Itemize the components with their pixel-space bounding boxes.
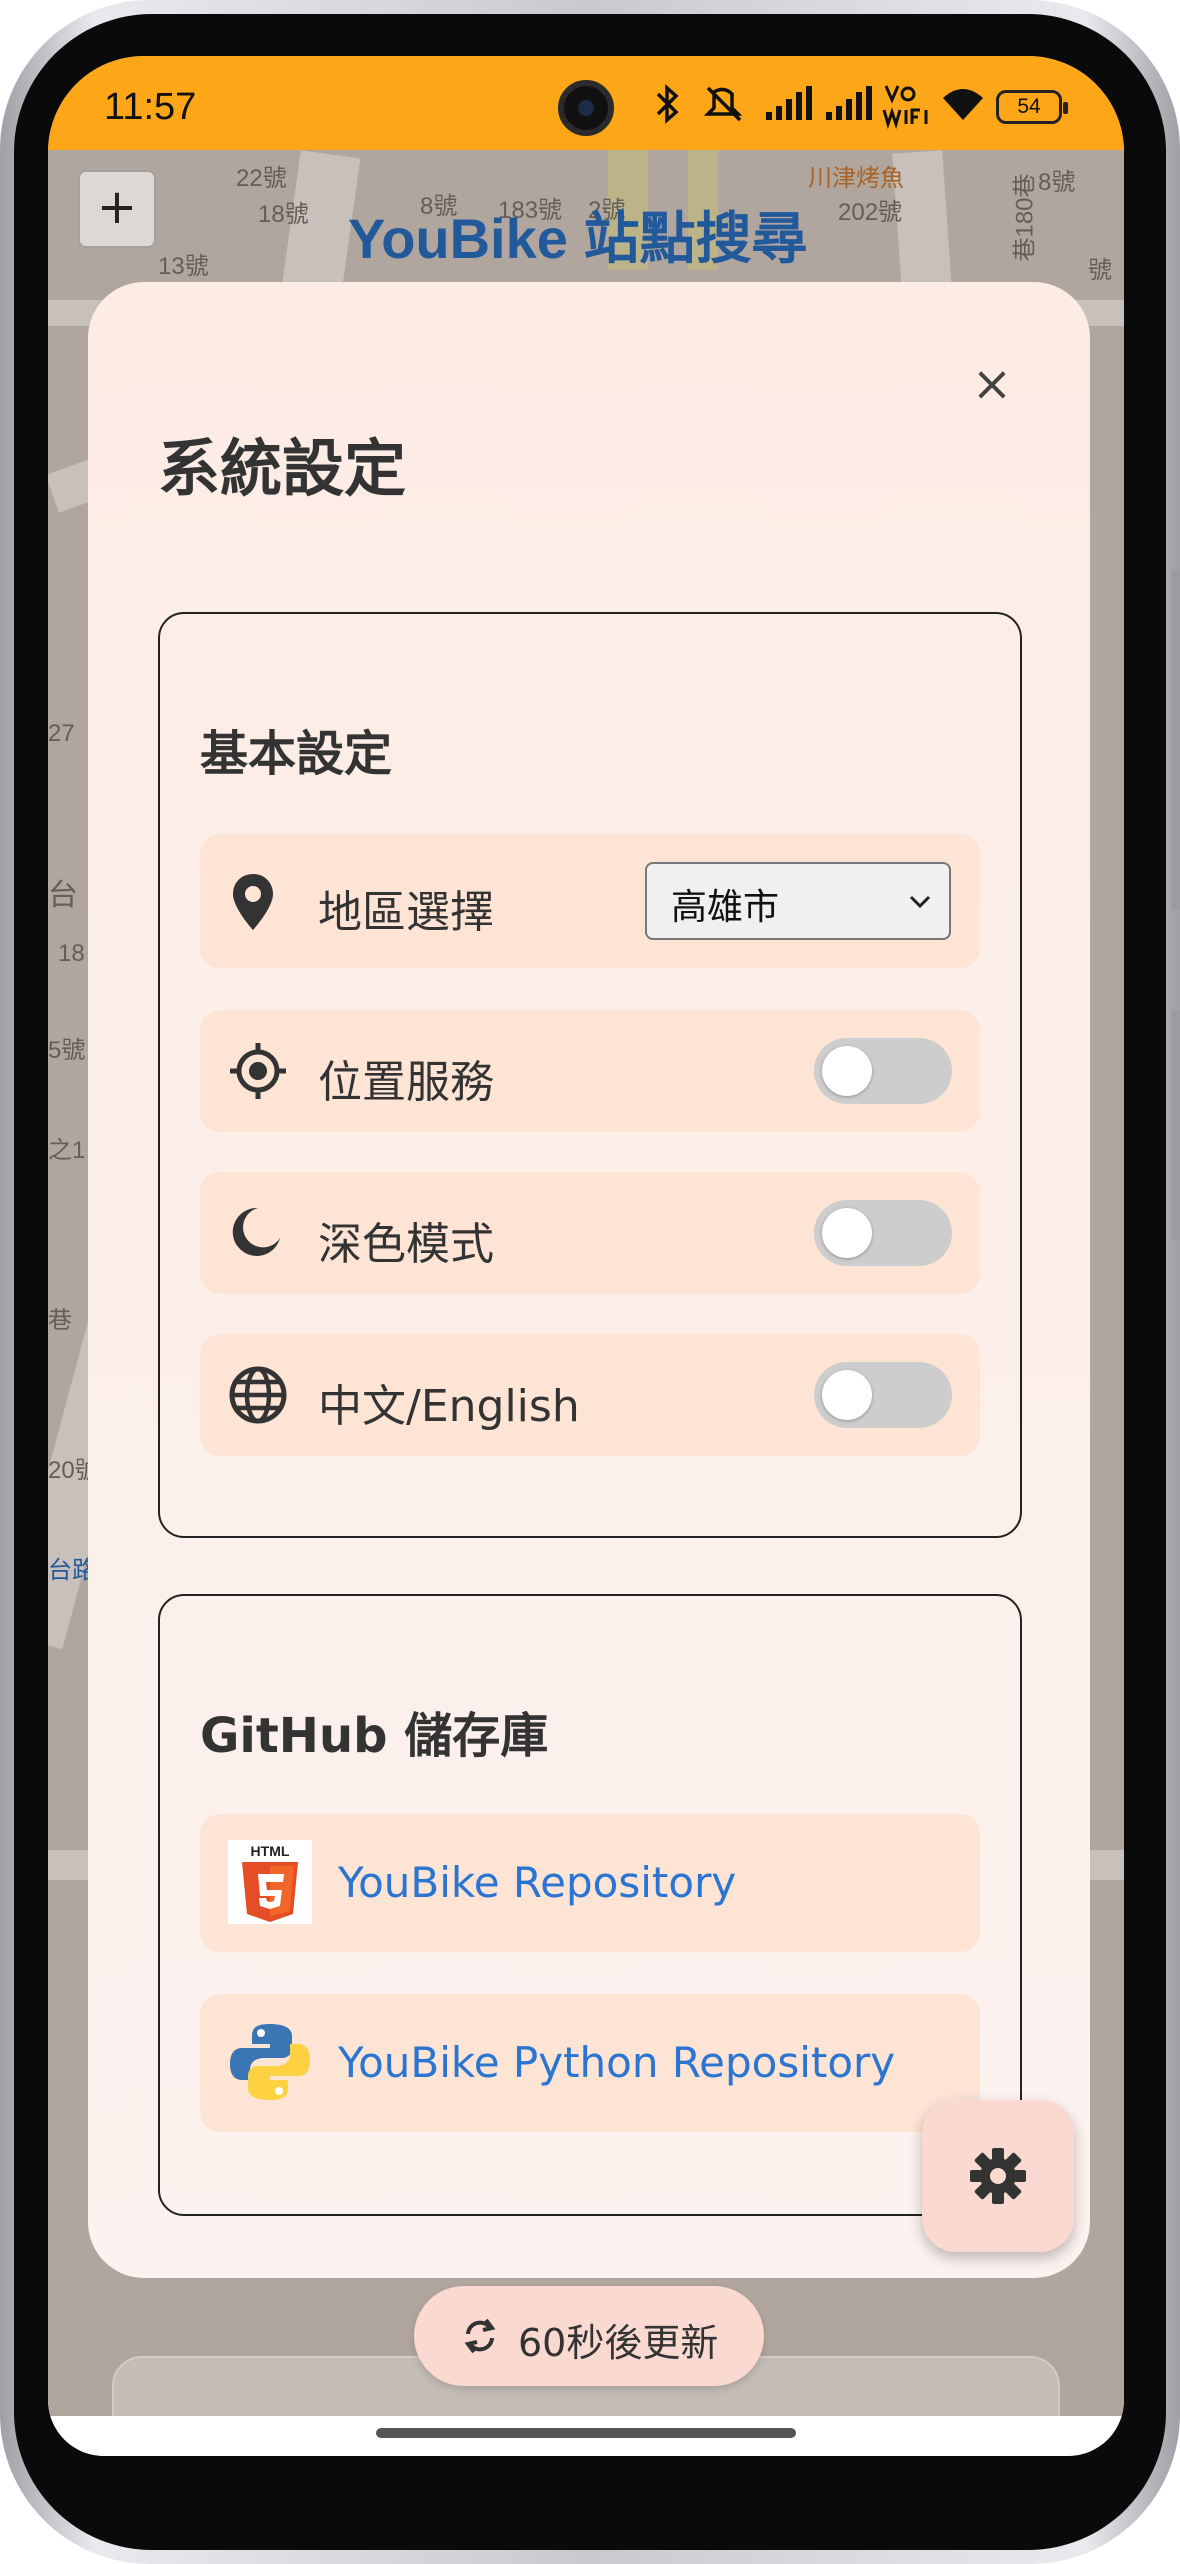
- volume-button: [1171, 570, 1180, 910]
- basic-settings-title: 基本設定: [200, 726, 393, 782]
- gps-target-icon: [230, 1043, 286, 1099]
- region-select[interactable]: 高雄市: [645, 862, 951, 940]
- settings-button[interactable]: [922, 2100, 1074, 2252]
- refresh-icon: [464, 2318, 496, 2354]
- location-service-toggle[interactable]: [814, 1038, 952, 1104]
- bluetooth-icon: [656, 84, 679, 124]
- html5-icon: HTML: [228, 1840, 312, 1924]
- wifi-icon: [943, 89, 983, 120]
- region-label: 地區選擇: [318, 887, 494, 938]
- basic-settings-card: 基本設定 地區選擇 高雄市 位置服務 深色模式 中文/English: [158, 612, 1022, 1538]
- language-label: 中文/English: [318, 1381, 580, 1432]
- location-service-label: 位置服務: [318, 1057, 494, 1108]
- github-title: GitHub 儲存庫: [200, 1708, 549, 1764]
- dark-mode-toggle[interactable]: [814, 1200, 952, 1266]
- close-button[interactable]: ×: [968, 360, 1016, 410]
- svg-text:HTML: HTML: [251, 1843, 290, 1859]
- home-indicator[interactable]: [376, 2428, 796, 2438]
- battery-indicator: 54: [996, 90, 1068, 124]
- mute-icon: [703, 86, 743, 122]
- refresh-label: 60秒後更新: [518, 2321, 719, 2365]
- dialog-title: 系統設定: [158, 432, 407, 505]
- power-button: [1171, 1010, 1180, 1240]
- region-select-value: 高雄市: [671, 887, 780, 928]
- language-row: 中文/English: [200, 1334, 980, 1456]
- region-select-row: 地區選擇 高雄市: [200, 834, 980, 968]
- chevron-down-icon: [909, 895, 931, 909]
- refresh-countdown[interactable]: 60秒後更新: [414, 2286, 764, 2386]
- language-toggle[interactable]: [814, 1362, 952, 1428]
- dark-mode-row: 深色模式: [200, 1172, 980, 1294]
- front-camera: [558, 80, 614, 136]
- status-bar: 11:57 54: [48, 56, 1124, 150]
- dark-mode-label: 深色模式: [318, 1219, 494, 1270]
- settings-dialog: × 系統設定 基本設定 地區選擇 高雄市 位置服務 深色模式 中文/Englis…: [88, 282, 1090, 2278]
- python-repo-link-row[interactable]: YouBike Python Repository: [200, 1994, 980, 2132]
- repo-link-row[interactable]: HTML YouBike Repository: [200, 1814, 980, 1952]
- globe-icon: [229, 1366, 287, 1424]
- status-time: 11:57: [104, 86, 197, 128]
- gear-icon: [970, 2148, 1026, 2204]
- vowifi-icon: [882, 85, 928, 130]
- python-repo-link[interactable]: YouBike Python Repository: [338, 2038, 895, 2087]
- phone-frame: 22號 18號 8號 183號 2號 13號 202號 8號 號 川津烤魚 巷1…: [0, 0, 1180, 2564]
- moon-icon: [232, 1207, 280, 1256]
- signal-icon: [766, 86, 812, 120]
- location-pin-icon: [233, 874, 273, 930]
- repo-link[interactable]: YouBike Repository: [338, 1858, 736, 1907]
- github-card: GitHub 儲存庫 HTML YouBike Repository YouBi…: [158, 1594, 1022, 2216]
- signal-icon: [826, 86, 872, 120]
- screen: 22號 18號 8號 183號 2號 13號 202號 8號 號 川津烤魚 巷1…: [48, 56, 1124, 2456]
- python-icon: [230, 2024, 310, 2100]
- location-service-row: 位置服務: [200, 1010, 980, 1132]
